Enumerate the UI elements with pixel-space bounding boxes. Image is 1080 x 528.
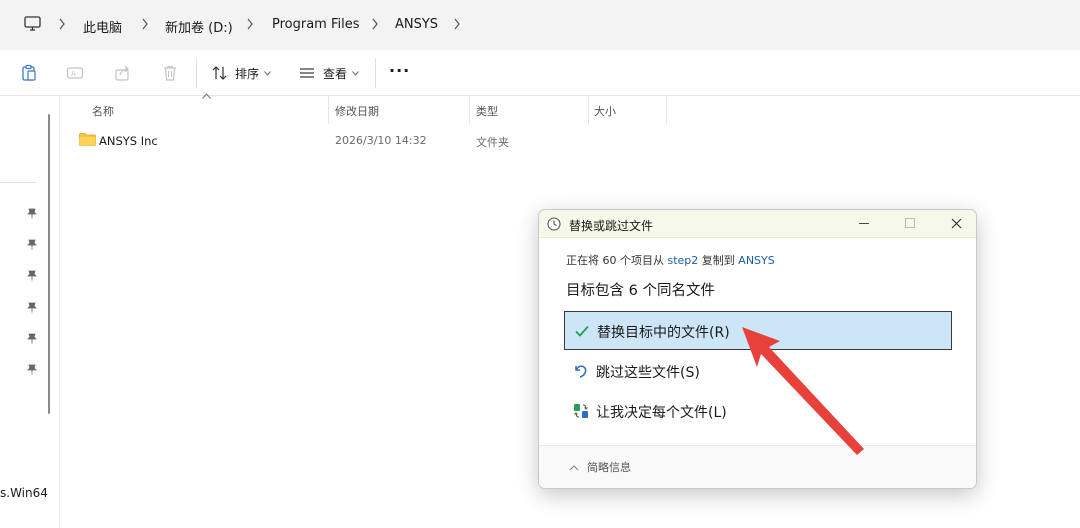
chevron-right-icon bbox=[247, 18, 253, 30]
target-folder-link[interactable]: ANSYS bbox=[738, 254, 774, 267]
view-button[interactable]: 查看 bbox=[323, 65, 347, 82]
nav-divider bbox=[0, 182, 36, 183]
decide-each-file-option[interactable]: 让我决定每个文件(L) bbox=[564, 392, 952, 431]
copy-text-middle: 复制到 bbox=[701, 254, 735, 267]
chevron-right-icon bbox=[59, 18, 65, 30]
folder-icon bbox=[79, 133, 96, 146]
close-icon[interactable] bbox=[951, 218, 962, 229]
nav-item-partial[interactable]: s.Win64 bbox=[0, 486, 48, 500]
rename-icon[interactable]: A bbox=[66, 64, 84, 82]
breadcrumb-drive-d[interactable]: 新加卷 (D:) bbox=[165, 17, 233, 36]
column-divider[interactable] bbox=[588, 96, 589, 124]
toolbar-divider bbox=[375, 58, 376, 88]
chevron-right-icon bbox=[372, 18, 378, 30]
sort-icon[interactable] bbox=[211, 64, 229, 82]
file-name[interactable]: ANSYS Inc bbox=[99, 134, 158, 148]
chevron-up-icon[interactable] bbox=[569, 465, 579, 471]
copy-text-prefix: 正在将 60 个项目从 bbox=[566, 254, 664, 267]
command-bar: A 排序 查看 ··· bbox=[0, 50, 1080, 96]
this-pc-icon[interactable] bbox=[24, 16, 41, 31]
column-divider[interactable] bbox=[328, 96, 329, 124]
column-header-size[interactable]: 大小 bbox=[594, 103, 616, 119]
share-icon[interactable] bbox=[114, 64, 132, 82]
chevron-right-icon bbox=[142, 18, 148, 30]
clock-icon bbox=[547, 217, 561, 231]
dialog-footer: 简略信息 bbox=[539, 446, 976, 488]
dialog-title: 替换或跳过文件 bbox=[569, 219, 654, 233]
column-divider[interactable] bbox=[469, 96, 470, 124]
compare-icon bbox=[574, 404, 588, 418]
chevron-down-icon bbox=[264, 71, 271, 76]
minimize-button[interactable] bbox=[859, 223, 869, 224]
pin-icon bbox=[27, 208, 37, 219]
file-modified: 2026/3/10 14:32 bbox=[335, 134, 427, 147]
paste-icon[interactable] bbox=[20, 64, 38, 82]
pin-icon bbox=[27, 270, 37, 281]
replace-or-skip-dialog: 替换或跳过文件 正在将 60 个项目从 step2 复制到 ANSYS 目标包含… bbox=[538, 209, 977, 489]
column-divider[interactable] bbox=[666, 96, 667, 124]
column-header-modified[interactable]: 修改日期 bbox=[335, 103, 379, 119]
view-icon[interactable] bbox=[298, 64, 316, 82]
maximize-button[interactable] bbox=[905, 218, 915, 228]
source-folder-link[interactable]: step2 bbox=[668, 254, 699, 267]
pin-icon bbox=[27, 302, 37, 313]
sort-button[interactable]: 排序 bbox=[235, 65, 259, 82]
replace-files-option[interactable]: 替换目标中的文件(R) bbox=[564, 311, 952, 350]
chevron-right-icon[interactable] bbox=[453, 18, 461, 30]
delete-icon[interactable] bbox=[161, 64, 179, 82]
nav-scrollbar[interactable] bbox=[48, 114, 50, 414]
toolbar-divider bbox=[196, 58, 197, 88]
replace-files-label: 替换目标中的文件(R) bbox=[597, 325, 730, 341]
column-header-name[interactable]: 名称 bbox=[92, 103, 114, 119]
more-options-button[interactable]: ··· bbox=[389, 61, 410, 80]
fewer-details-toggle[interactable]: 简略信息 bbox=[587, 459, 631, 475]
address-bar: 此电脑 新加卷 (D:) Program Files ANSYS bbox=[0, 0, 1080, 50]
breadcrumb-ansys[interactable]: ANSYS bbox=[395, 17, 438, 32]
breadcrumb-program-files[interactable]: Program Files bbox=[272, 17, 360, 32]
chevron-down-icon bbox=[352, 71, 359, 76]
conflict-heading: 目标包含 6 个同名文件 bbox=[566, 283, 715, 299]
pin-icon bbox=[27, 239, 37, 250]
column-header-type[interactable]: 类型 bbox=[476, 103, 498, 119]
svg-text:A: A bbox=[71, 70, 76, 78]
copy-progress-text: 正在将 60 个项目从 step2 复制到 ANSYS bbox=[566, 252, 775, 268]
skip-files-label: 跳过这些文件(S) bbox=[596, 365, 700, 381]
dialog-title-bar[interactable]: 替换或跳过文件 bbox=[539, 210, 976, 238]
checkmark-icon bbox=[575, 325, 589, 337]
navigation-pane: s.Win64 bbox=[0, 96, 60, 528]
breadcrumb-this-pc[interactable]: 此电脑 bbox=[83, 17, 122, 36]
sort-ascending-icon bbox=[202, 93, 211, 99]
decide-each-file-label: 让我决定每个文件(L) bbox=[596, 405, 727, 421]
pin-icon bbox=[27, 333, 37, 344]
pin-icon bbox=[27, 364, 37, 375]
undo-icon bbox=[575, 365, 587, 378]
file-type: 文件夹 bbox=[476, 136, 509, 149]
skip-files-option[interactable]: 跳过这些文件(S) bbox=[564, 352, 952, 391]
